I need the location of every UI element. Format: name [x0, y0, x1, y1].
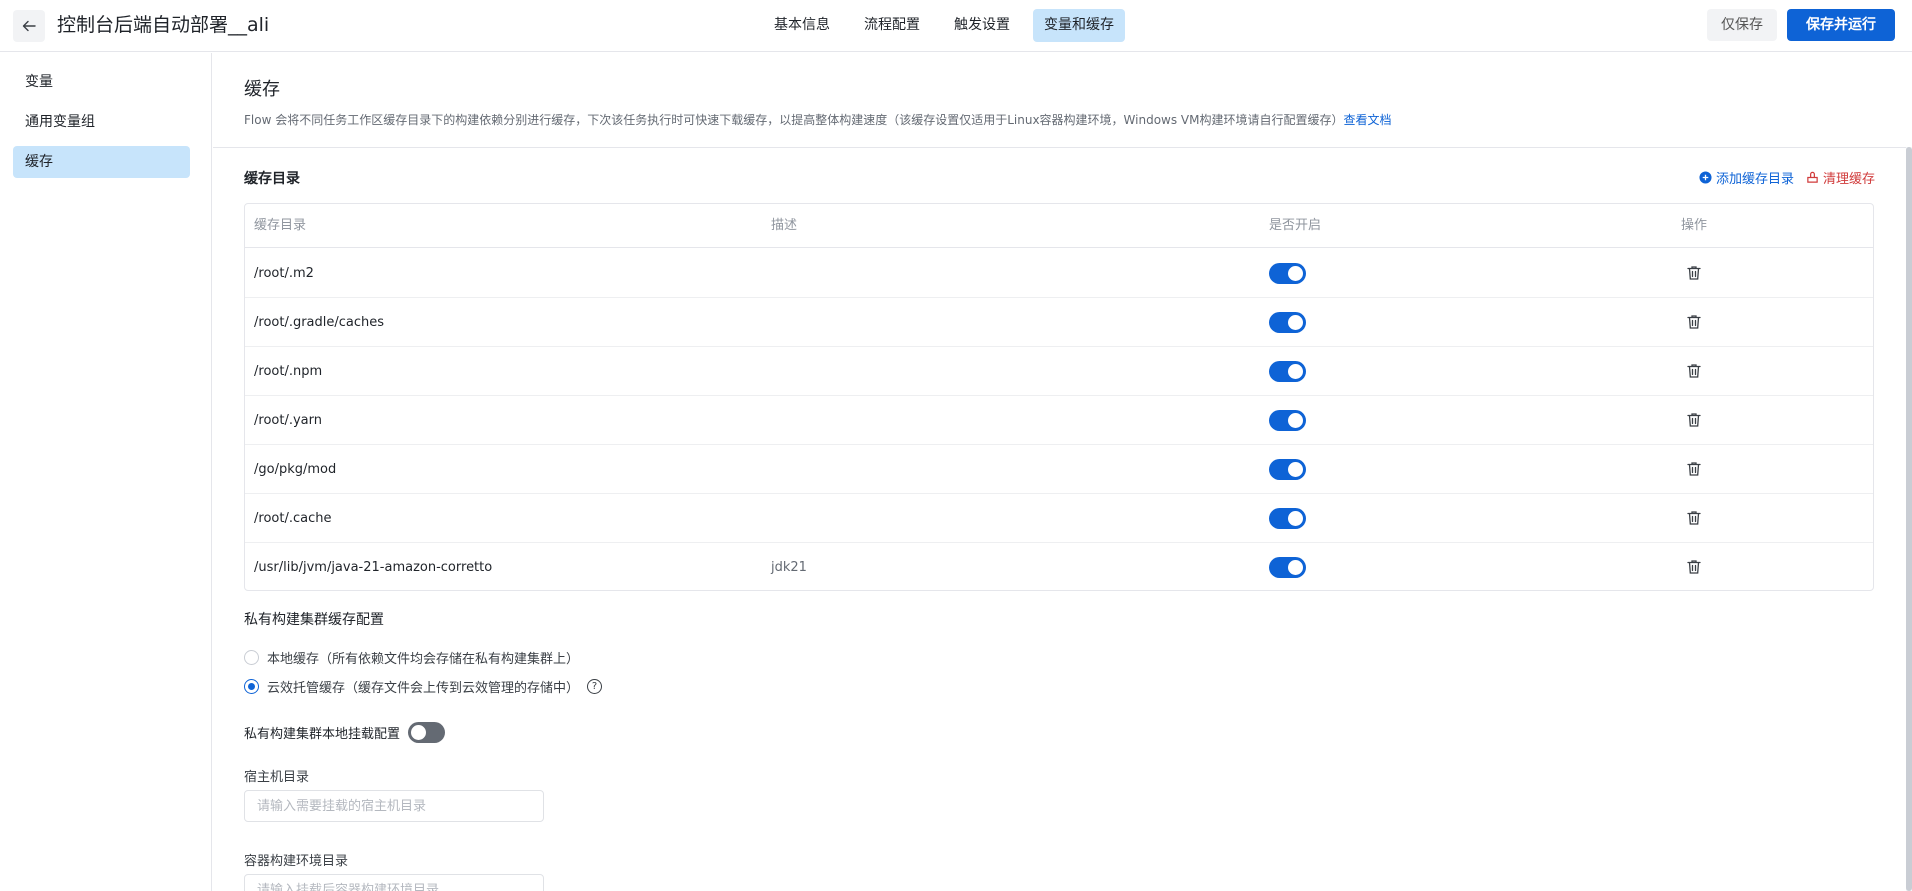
trash-icon[interactable] [1685, 460, 1703, 478]
host-dir-input[interactable] [244, 790, 544, 822]
tab-variables-cache[interactable]: 变量和缓存 [1033, 9, 1125, 42]
table-row: /root/.cache [245, 494, 1873, 543]
host-dir-label: 宿主机目录 [244, 770, 310, 785]
trash-icon[interactable] [1685, 509, 1703, 527]
main-scrollbar[interactable] [1906, 147, 1912, 891]
enabled-toggle[interactable] [1269, 410, 1306, 431]
trash-icon[interactable] [1685, 313, 1703, 331]
cache-section-title: 缓存 [244, 79, 280, 100]
local-cache-option[interactable]: 本地缓存（所有依赖文件均会存储在私有构建集群上） [244, 648, 579, 667]
sidebar: 变量 通用变量组 缓存 [0, 53, 212, 891]
col-header-enabled: 是否开启 [1269, 218, 1322, 233]
hosted-cache-option[interactable]: 云效托管缓存（缓存文件会上传到云效管理的存储中） ? [244, 677, 603, 696]
container-dir-label: 容器构建环境目录 [244, 854, 349, 869]
col-header-dir: 缓存目录 [254, 218, 307, 233]
tab-flow-config[interactable]: 流程配置 [853, 9, 931, 42]
arrow-left-icon [22, 20, 36, 32]
table-row: /root/.m2 [245, 249, 1873, 298]
page-title: 控制台后端自动部署__ali [57, 14, 270, 36]
table-row: /go/pkg/mod [245, 445, 1873, 494]
add-cache-dir-label: 添加缓存目录 [1715, 172, 1794, 187]
top-header: 控制台后端自动部署__ali 基本信息 流程配置 触发设置 变量和缓存 仅保存 … [0, 0, 1912, 52]
plus-circle-icon [1699, 171, 1712, 184]
save-and-run-button[interactable]: 保存并运行 [1787, 9, 1895, 41]
tab-basic-info[interactable]: 基本信息 [763, 9, 841, 42]
cache-dir-cell: /root/.npm [254, 364, 323, 379]
enabled-toggle[interactable] [1269, 557, 1306, 578]
cache-dir-cell: /usr/lib/jvm/java-21-amazon-corretto [254, 560, 493, 575]
cache-desc-cell: jdk21 [771, 560, 807, 575]
cache-dir-cell: /root/.gradle/caches [254, 315, 385, 330]
trash-icon[interactable] [1685, 362, 1703, 380]
main-content: 缓存 Flow 会将不同任务工作区缓存目录下的构建依赖分别进行缓存，下次该任务执… [213, 53, 1912, 891]
tab-trigger-settings[interactable]: 触发设置 [943, 9, 1021, 42]
pipeline-tabs: 基本信息 流程配置 触发设置 变量和缓存 [763, 9, 1125, 42]
trash-icon[interactable] [1685, 558, 1703, 576]
sidebar-item-variables[interactable]: 变量 [13, 66, 190, 98]
enabled-toggle[interactable] [1269, 361, 1306, 382]
local-cache-radio[interactable] [244, 650, 259, 665]
col-header-action: 操作 [1681, 218, 1708, 233]
table-header: 缓存目录 描述 是否开启 操作 [245, 204, 1873, 248]
cache-actions: 添加缓存目录 清理缓存 [1699, 168, 1875, 187]
cache-description-text: Flow 会将不同任务工作区缓存目录下的构建依赖分别进行缓存，下次该任务执行时可… [244, 113, 1344, 127]
table-row: /usr/lib/jvm/java-21-amazon-corretto jdk… [245, 543, 1873, 592]
local-mount-row: 私有构建集群本地挂载配置 [244, 722, 446, 743]
clear-cache-label: 清理缓存 [1822, 172, 1875, 187]
cache-dir-title: 缓存目录 [244, 171, 300, 187]
sidebar-item-common-variable-groups[interactable]: 通用变量组 [13, 106, 190, 138]
hosted-cache-label: 云效托管缓存（缓存文件会上传到云效管理的存储中） [267, 681, 580, 696]
enabled-toggle[interactable] [1269, 263, 1306, 284]
eraser-icon [1807, 171, 1818, 183]
enabled-toggle[interactable] [1269, 312, 1306, 333]
cache-dir-cell: /root/.m2 [254, 266, 314, 281]
cache-dir-cell: /root/.cache [254, 511, 332, 526]
local-mount-toggle[interactable] [408, 722, 446, 743]
private-cluster-title: 私有构建集群缓存配置 [244, 612, 384, 628]
trash-icon[interactable] [1685, 264, 1703, 282]
col-header-desc: 描述 [771, 218, 798, 233]
view-docs-link[interactable]: 查看文档 [1344, 113, 1392, 127]
save-only-button[interactable]: 仅保存 [1707, 9, 1777, 41]
table-row: /root/.npm [245, 347, 1873, 396]
local-mount-label: 私有构建集群本地挂载配置 [244, 727, 401, 742]
cache-description: Flow 会将不同任务工作区缓存目录下的构建依赖分别进行缓存，下次该任务执行时可… [244, 111, 1392, 128]
container-dir-input[interactable] [244, 874, 544, 891]
cache-dir-cell: /go/pkg/mod [254, 462, 337, 477]
table-row: /root/.gradle/caches [245, 298, 1873, 347]
enabled-toggle[interactable] [1269, 508, 1306, 529]
enabled-toggle[interactable] [1269, 459, 1306, 480]
hosted-cache-radio[interactable] [244, 679, 259, 694]
sidebar-item-cache[interactable]: 缓存 [13, 146, 190, 178]
back-button[interactable] [13, 10, 45, 42]
section-divider [213, 147, 1912, 148]
table-row: /root/.yarn [245, 396, 1873, 445]
help-icon[interactable]: ? [587, 679, 603, 694]
local-cache-label: 本地缓存（所有依赖文件均会存储在私有构建集群上） [267, 652, 580, 667]
add-cache-dir-button[interactable]: 添加缓存目录 [1699, 168, 1794, 187]
cache-dir-cell: /root/.yarn [254, 413, 322, 428]
scrollbar-thumb[interactable] [1906, 147, 1912, 891]
clear-cache-button[interactable]: 清理缓存 [1806, 168, 1875, 187]
trash-icon[interactable] [1685, 411, 1703, 429]
cache-dir-table: 缓存目录 描述 是否开启 操作 /root/.m2 /root/.gradle/… [244, 203, 1874, 591]
